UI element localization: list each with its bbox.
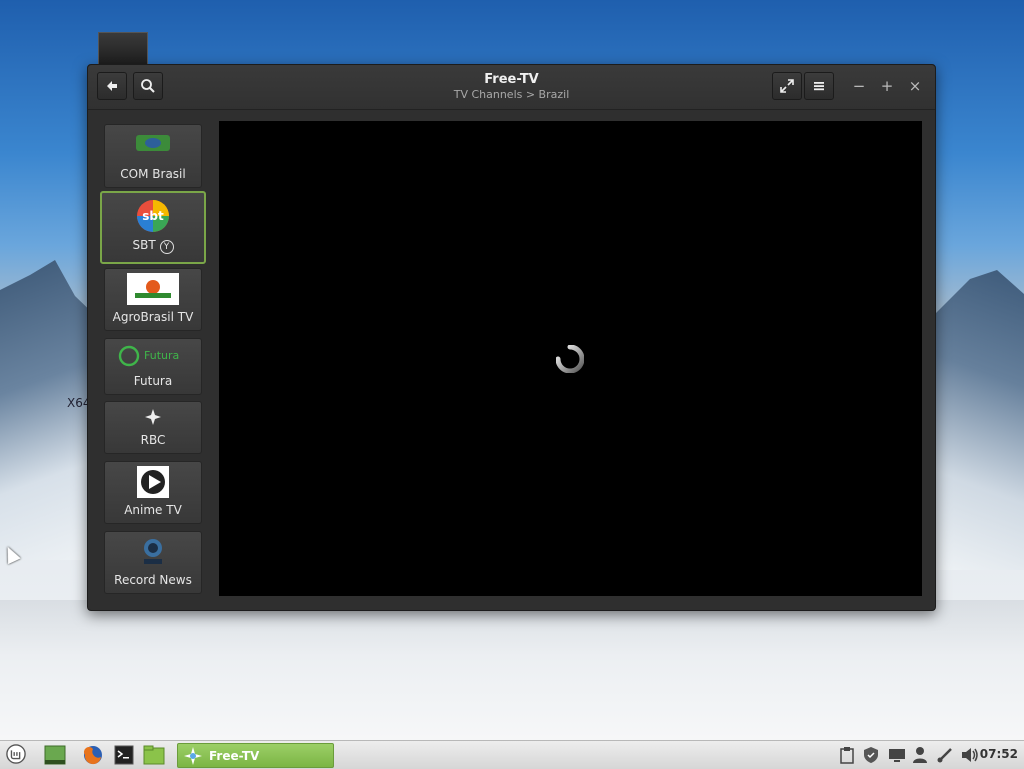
title-area: Free-TV TV Channels > Brazil [388, 72, 635, 102]
update-shield-icon[interactable] [862, 745, 880, 765]
close-button[interactable]: × [906, 77, 924, 95]
mint-menu-icon[interactable] [5, 744, 27, 764]
sbt-logo-icon: sbt [137, 200, 169, 232]
futura-ring-icon [118, 345, 140, 367]
wallpaper-snow [0, 600, 1024, 740]
rbc-logo-icon [145, 409, 161, 425]
channel-label: COM Brasil [120, 167, 186, 181]
firefox-icon[interactable] [82, 745, 104, 765]
user-icon[interactable] [912, 745, 928, 765]
display-icon[interactable] [888, 745, 906, 765]
video-player[interactable] [219, 121, 922, 596]
maximize-button[interactable]: + [878, 77, 896, 95]
taskbar-window-label: Free-TV [209, 749, 260, 763]
app-window: Free-TV TV Channels > Brazil − + × COM B… [87, 64, 936, 611]
channel-sbt[interactable]: sbt SBT Y [100, 191, 206, 264]
fullscreen-icon [780, 79, 794, 93]
com-brasil-logo-icon [136, 135, 170, 151]
volume-icon[interactable] [960, 745, 980, 765]
menu-button[interactable] [804, 72, 834, 100]
svg-text:sbt: sbt [142, 209, 164, 223]
clock[interactable]: 07:52 [980, 747, 1018, 761]
files-icon[interactable] [143, 745, 165, 765]
channel-record-news[interactable]: Record News [104, 531, 202, 594]
desktop-icon[interactable] [98, 32, 148, 68]
loading-spinner-icon [556, 345, 584, 373]
channel-rbc[interactable]: RBC [104, 401, 202, 454]
channel-label: AgroBrasil TV [112, 310, 194, 324]
wallpaper-mountains-left [0, 260, 100, 560]
channel-futura[interactable]: Futura Futura [104, 338, 202, 395]
youtube-badge-icon: Y [159, 240, 174, 254]
record-news-logo-icon [144, 539, 162, 564]
minimize-button[interactable]: − [850, 77, 868, 95]
free-tv-app-icon [184, 747, 202, 765]
breadcrumb: TV Channels > Brazil [453, 88, 570, 101]
channel-label: Futura [133, 374, 173, 388]
agrobrasil-logo-icon [127, 273, 179, 305]
futura-logo-text: Futura [144, 349, 180, 362]
header-bar: Free-TV TV Channels > Brazil − + × [88, 65, 935, 110]
search-icon [141, 79, 155, 93]
taskbar-window-free-tv[interactable]: Free-TV [177, 743, 334, 768]
menu-icon [814, 82, 824, 91]
channel-label-row: SBT Y [102, 238, 204, 254]
network-icon[interactable] [936, 745, 954, 765]
fullscreen-button[interactable] [772, 72, 802, 100]
terminal-icon[interactable] [114, 745, 134, 765]
channel-label: SBT [132, 238, 156, 252]
channel-label: Anime TV [124, 503, 182, 517]
clipboard-icon[interactable] [839, 745, 855, 765]
search-button[interactable] [133, 72, 163, 100]
back-icon [107, 81, 117, 91]
back-button[interactable] [97, 72, 127, 100]
anime-tv-logo-icon [137, 466, 169, 498]
futura-logo: Futura [118, 345, 188, 367]
window-title: Free-TV [484, 72, 539, 87]
channel-com-brasil[interactable]: COM Brasil [104, 124, 202, 188]
channel-anime-tv[interactable]: Anime TV [104, 461, 202, 524]
show-desktop-icon[interactable] [44, 745, 66, 765]
channel-agrobrasil-tv[interactable]: AgroBrasil TV [104, 268, 202, 331]
channel-label: Record News [114, 573, 192, 587]
wallpaper-mountains-right [934, 270, 1024, 570]
taskbar: Free-TV 07:52 [0, 740, 1024, 769]
channel-label: RBC [140, 433, 166, 447]
